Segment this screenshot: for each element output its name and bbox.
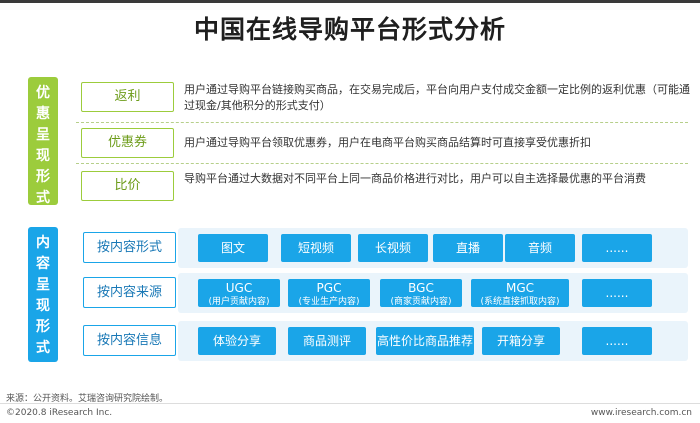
content-chip: ...... — [582, 234, 652, 262]
content-chip: ...... — [582, 279, 652, 307]
chip-sub: (专业生产内容) — [298, 297, 360, 307]
footer-divider — [0, 403, 700, 404]
content-row-format: 按内容形式 图文 短视频 长视频 直播 音频 ...... — [78, 228, 688, 268]
content-chip: MGC (系统直接抓取内容) — [471, 279, 569, 307]
content-row-label: 按内容信息 — [83, 325, 176, 356]
content-chip: BGC (商家贡献内容) — [380, 279, 462, 307]
divider — [76, 163, 688, 164]
chip-sub: (系统直接抓取内容) — [480, 297, 560, 307]
chip-main: BGC — [408, 281, 434, 295]
content-chip-track: 体验分享 商品测评 高性价比商品推荐 开箱分享 ...... — [178, 321, 688, 361]
content-chip: 图文 — [198, 234, 268, 262]
content-chip: 直播 — [433, 234, 503, 262]
content-chip: 体验分享 — [198, 327, 276, 355]
content-chip-track: 图文 短视频 长视频 直播 音频 ...... — [178, 228, 688, 268]
benefit-label: 比价 — [81, 171, 174, 201]
content-chip: 短视频 — [281, 234, 351, 262]
slide: 中国在线导购平台形式分析 优 惠 呈 现 形 式 返利 用户通过导购平台链接购买… — [0, 0, 700, 423]
content-row-label: 按内容形式 — [83, 232, 176, 263]
website-link: www.iresearch.com.cn — [590, 408, 692, 418]
benefit-side-char: 呈 — [36, 127, 50, 143]
content-chip: 音频 — [505, 234, 575, 262]
content-chip: 长视频 — [358, 234, 428, 262]
benefit-desc: 用户通过导购平台领取优惠券，用户在电商平台购买商品结算时可直接享受优惠折扣 — [184, 136, 591, 149]
content-side-char: 呈 — [36, 277, 50, 293]
benefit-side-char: 式 — [36, 190, 50, 206]
content-side-char: 容 — [36, 256, 50, 272]
content-row-source: 按内容来源 UGC (用户贡献内容) PGC (专业生产内容) BGC (商家贡… — [78, 273, 688, 313]
content-chip: 高性价比商品推荐 — [376, 327, 474, 355]
content-row-label: 按内容来源 — [83, 277, 176, 308]
benefit-side-char: 现 — [36, 148, 50, 164]
content-side-char: 式 — [36, 340, 50, 356]
chip-main: PGC — [316, 281, 342, 295]
content-row-info: 按内容信息 体验分享 商品测评 高性价比商品推荐 开箱分享 ...... — [78, 321, 688, 361]
benefit-section-label: 优 惠 呈 现 形 式 — [28, 77, 58, 206]
content-section-label: 内 容 呈 现 形 式 — [28, 227, 58, 362]
content-side-char: 形 — [36, 319, 50, 335]
benefit-label: 优惠券 — [81, 128, 174, 158]
content-chip: ...... — [582, 327, 652, 355]
benefit-row-rebate: 返利 用户通过导购平台链接购买商品，在交易完成后，平台向用户支付成交金额一定比例… — [76, 82, 690, 114]
benefit-side-char: 形 — [36, 169, 50, 185]
copyright: ©2020.8 iResearch Inc. — [6, 408, 113, 418]
divider — [76, 122, 688, 123]
content-side-char: 内 — [36, 235, 50, 251]
content-chip: 商品测评 — [288, 327, 366, 355]
benefit-desc: 导购平台通过大数据对不同平台上同一商品价格进行对比，用户可以自主选择最优惠的平台… — [184, 172, 646, 185]
benefit-row-compare: 比价 导购平台通过大数据对不同平台上同一商品价格进行对比，用户可以自主选择最优惠… — [76, 171, 686, 203]
content-chip-track: UGC (用户贡献内容) PGC (专业生产内容) BGC (商家贡献内容) M… — [178, 273, 688, 313]
benefit-side-char: 惠 — [36, 106, 50, 122]
benefit-label: 返利 — [81, 82, 174, 112]
content-side-char: 现 — [36, 298, 50, 314]
chip-sub: (商家贡献内容) — [390, 297, 452, 307]
content-chip: UGC (用户贡献内容) — [198, 279, 280, 307]
page-title: 中国在线导购平台形式分析 — [193, 15, 506, 44]
content-chip: 开箱分享 — [482, 327, 560, 355]
benefit-row-coupon: 优惠券 用户通过导购平台领取优惠券，用户在电商平台购买商品结算时可直接享受优惠折… — [76, 128, 686, 160]
content-chip: PGC (专业生产内容) — [288, 279, 370, 307]
top-bar — [0, 0, 700, 3]
benefit-desc: 用户通过导购平台链接购买商品，在交易完成后，平台向用户支付成交金额一定比例的返利… — [184, 83, 690, 112]
chip-main: UGC — [225, 281, 253, 295]
chip-sub: (用户贡献内容) — [208, 297, 270, 307]
benefit-side-char: 优 — [36, 85, 50, 101]
chip-main: MGC — [505, 281, 535, 295]
